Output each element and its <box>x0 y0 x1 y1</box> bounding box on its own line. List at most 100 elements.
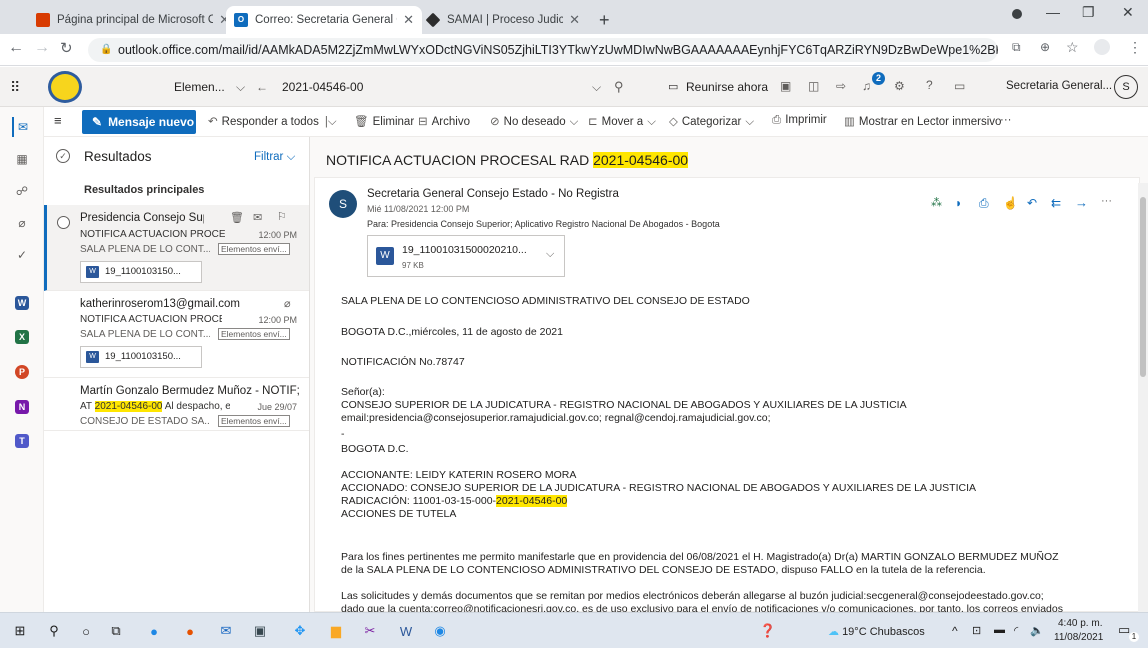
firefox-icon[interactable]: ● <box>180 621 200 641</box>
excel-icon[interactable]: X <box>15 330 29 344</box>
like-icon[interactable]: ☝ <box>1003 196 1018 210</box>
avatar[interactable]: S <box>1114 75 1138 99</box>
reply-icon[interactable]: ↶ <box>1027 196 1037 210</box>
chevron-down-icon[interactable]: |⌵ <box>325 116 337 128</box>
clock-time[interactable]: 4:40 p. m. <box>1058 618 1102 629</box>
chrome-icon[interactable]: ◉ <box>430 621 450 641</box>
windows-start-icon[interactable]: ⊞ <box>10 621 30 641</box>
people-icon[interactable]: ☍ <box>12 181 32 201</box>
recipients[interactable]: Para: Presidencia Consejo Superior; Apli… <box>367 219 720 229</box>
paperclip-icon[interactable]: ⌀ <box>12 213 32 233</box>
cortana-icon[interactable]: ○ <box>76 621 96 641</box>
attachment-preview[interactable]: W 19_1100103150... <box>80 346 202 368</box>
help-icon[interactable]: ❓ <box>758 621 778 641</box>
teams-app-icon[interactable]: T <box>15 434 29 448</box>
mark-unread-icon[interactable]: ✉ <box>253 211 262 224</box>
onenote-icon[interactable]: ◫ <box>808 79 819 93</box>
mail-icon[interactable]: ✉ <box>12 117 32 137</box>
categorize-button[interactable]: ◇ Categorizar ⌵ <box>669 114 758 129</box>
forward-icon[interactable]: → <box>1075 195 1088 210</box>
hamburger-icon[interactable]: ≡ <box>54 113 62 128</box>
printer-icon[interactable]: ⎙ <box>979 196 989 211</box>
list-item[interactable]: katherinroserom13@gmail.com ⌀ NOTIFICA A… <box>44 292 309 378</box>
store-icon[interactable]: ▣ <box>250 621 270 641</box>
volume-icon[interactable]: 🔈 <box>1030 624 1044 637</box>
profile-dot-icon[interactable] <box>1012 9 1022 19</box>
attachment-card[interactable]: W 19_11001031500020210... 97 KB ⌵ <box>367 235 565 277</box>
list-item[interactable]: Martín Gonzalo Bermudez Muñoz - NOTIF; .… <box>44 379 309 431</box>
bell-icon[interactable]: ♫ <box>862 79 871 93</box>
profile-icon[interactable] <box>1094 39 1110 55</box>
trash-icon[interactable]: 🗑 <box>230 211 244 224</box>
word-icon[interactable]: W <box>15 296 29 310</box>
battery-icon[interactable]: ▬ <box>994 624 1005 636</box>
close-icon[interactable]: ✕ <box>403 12 414 28</box>
new-tab-button[interactable]: + <box>599 10 610 31</box>
url-field[interactable]: 🔒 outlook.office.com/mail/id/AAMkADA5M2Z… <box>88 38 998 62</box>
junk-button[interactable]: ⊘ No deseado ⌵ <box>490 114 582 129</box>
chevron-down-icon[interactable]: ⌵ <box>546 248 554 261</box>
delete-button[interactable]: 🗑 Eliminar <box>354 114 414 128</box>
back-arrow-icon[interactable]: ← <box>256 73 268 101</box>
search-query[interactable]: 2021-04546-00 <box>282 73 363 101</box>
list-item[interactable]: Presidencia Consejo Superi... 🗑 ✉ ⚐ NOTI… <box>44 205 309 291</box>
tab-samai[interactable]: SAMAI | Proceso Judicial ✕ <box>418 6 588 34</box>
bookmark-star-icon[interactable]: ☆ <box>1066 39 1079 56</box>
word-app-icon[interactable]: W <box>396 621 416 641</box>
filter-button[interactable]: Filtrar ⌵ <box>254 151 295 164</box>
todo-check-icon[interactable]: ✓ <box>12 245 32 265</box>
maximize-button[interactable]: ❐ <box>1082 4 1095 21</box>
more-actions-button[interactable]: ··· <box>1000 114 1012 126</box>
scrollbar[interactable] <box>1138 183 1148 612</box>
account-name[interactable]: Secretaria General... <box>1006 80 1112 92</box>
attachment-preview[interactable]: W 19_1100103150... <box>80 261 202 283</box>
select-all-checkbox[interactable]: ✓ <box>56 149 70 163</box>
todo-icon[interactable]: ⇨ <box>836 79 846 93</box>
minimize-button[interactable]: — <box>1046 4 1060 20</box>
immersive-reader-button[interactable]: ▥ Mostrar en Lector inmersivo <box>844 114 1001 128</box>
teams-share-icon[interactable]: ⁂ <box>931 196 942 209</box>
meet-now-button[interactable]: Reunirse ahora <box>686 80 768 94</box>
close-icon[interactable]: ✕ <box>569 12 580 28</box>
browser-menu-icon[interactable]: ⋮ <box>1128 39 1142 56</box>
network-icon[interactable]: ⊡ <box>972 624 981 637</box>
reply-all-icon[interactable]: ⇇ <box>1051 196 1061 210</box>
back-icon[interactable]: ← <box>8 39 24 57</box>
search-icon[interactable]: ⚲ <box>614 73 624 101</box>
immersive-reader-icon[interactable]: ◗ <box>955 196 962 210</box>
close-window-button[interactable]: ✕ <box>1122 4 1134 21</box>
gear-icon[interactable]: ⚙ <box>894 79 905 93</box>
archive-button[interactable]: ⊟ Archivo <box>418 114 470 128</box>
app-launcher-icon[interactable]: ⠿ <box>10 79 20 96</box>
search-bar[interactable]: Elemen... ⌵ ← 2021-04546-00 ⌵ ⚲ <box>160 73 680 101</box>
clock-date[interactable]: 11/08/2021 <box>1054 632 1103 643</box>
feedback-icon[interactable]: ▭ <box>954 79 965 93</box>
forward-icon[interactable]: → <box>34 39 50 57</box>
task-view-icon[interactable]: ⧉ <box>106 621 126 641</box>
install-app-icon[interactable]: ⧉ <box>1012 40 1021 55</box>
search-icon[interactable]: ⚲ <box>44 621 64 641</box>
sender-avatar[interactable]: S <box>329 190 357 218</box>
tab-outlook[interactable]: O Correo: Secretaria General Conse ✕ <box>226 6 422 34</box>
help-icon[interactable]: ? <box>926 78 933 92</box>
flag-icon[interactable]: ⚐ <box>277 210 287 223</box>
reply-all-button[interactable]: ↶ Responder a todos |⌵ <box>208 114 341 129</box>
search-scope-dropdown[interactable]: Elemen... <box>174 73 225 101</box>
wifi-icon[interactable]: ◜ <box>1014 624 1018 637</box>
meet-now-icon[interactable]: ▭ <box>668 80 678 93</box>
snip-tool-icon[interactable]: ✂ <box>360 621 380 641</box>
new-message-button[interactable]: ✎ Mensaje nuevo <box>82 110 196 134</box>
scrollbar-thumb[interactable] <box>1140 197 1146 377</box>
zoom-icon[interactable]: ⊕ <box>1040 40 1050 54</box>
powerpoint-icon[interactable]: P <box>15 365 29 379</box>
print-button[interactable]: ⎙ Imprimir <box>772 114 827 127</box>
weather-widget[interactable]: ☁ 19°C Chubascos <box>828 625 925 638</box>
dropbox-icon[interactable]: ✥ <box>290 621 310 641</box>
chevron-down-icon[interactable]: ⌵ <box>592 73 601 101</box>
mail-app-icon[interactable]: ✉ <box>216 621 236 641</box>
file-explorer-icon[interactable]: ▆ <box>326 621 346 641</box>
tab-office[interactable]: Página principal de Microsoft Off ✕ <box>28 6 238 34</box>
select-checkbox[interactable] <box>57 216 70 229</box>
reload-icon[interactable]: ↻ <box>60 39 73 57</box>
calendar-icon[interactable]: ▦ <box>12 149 32 169</box>
